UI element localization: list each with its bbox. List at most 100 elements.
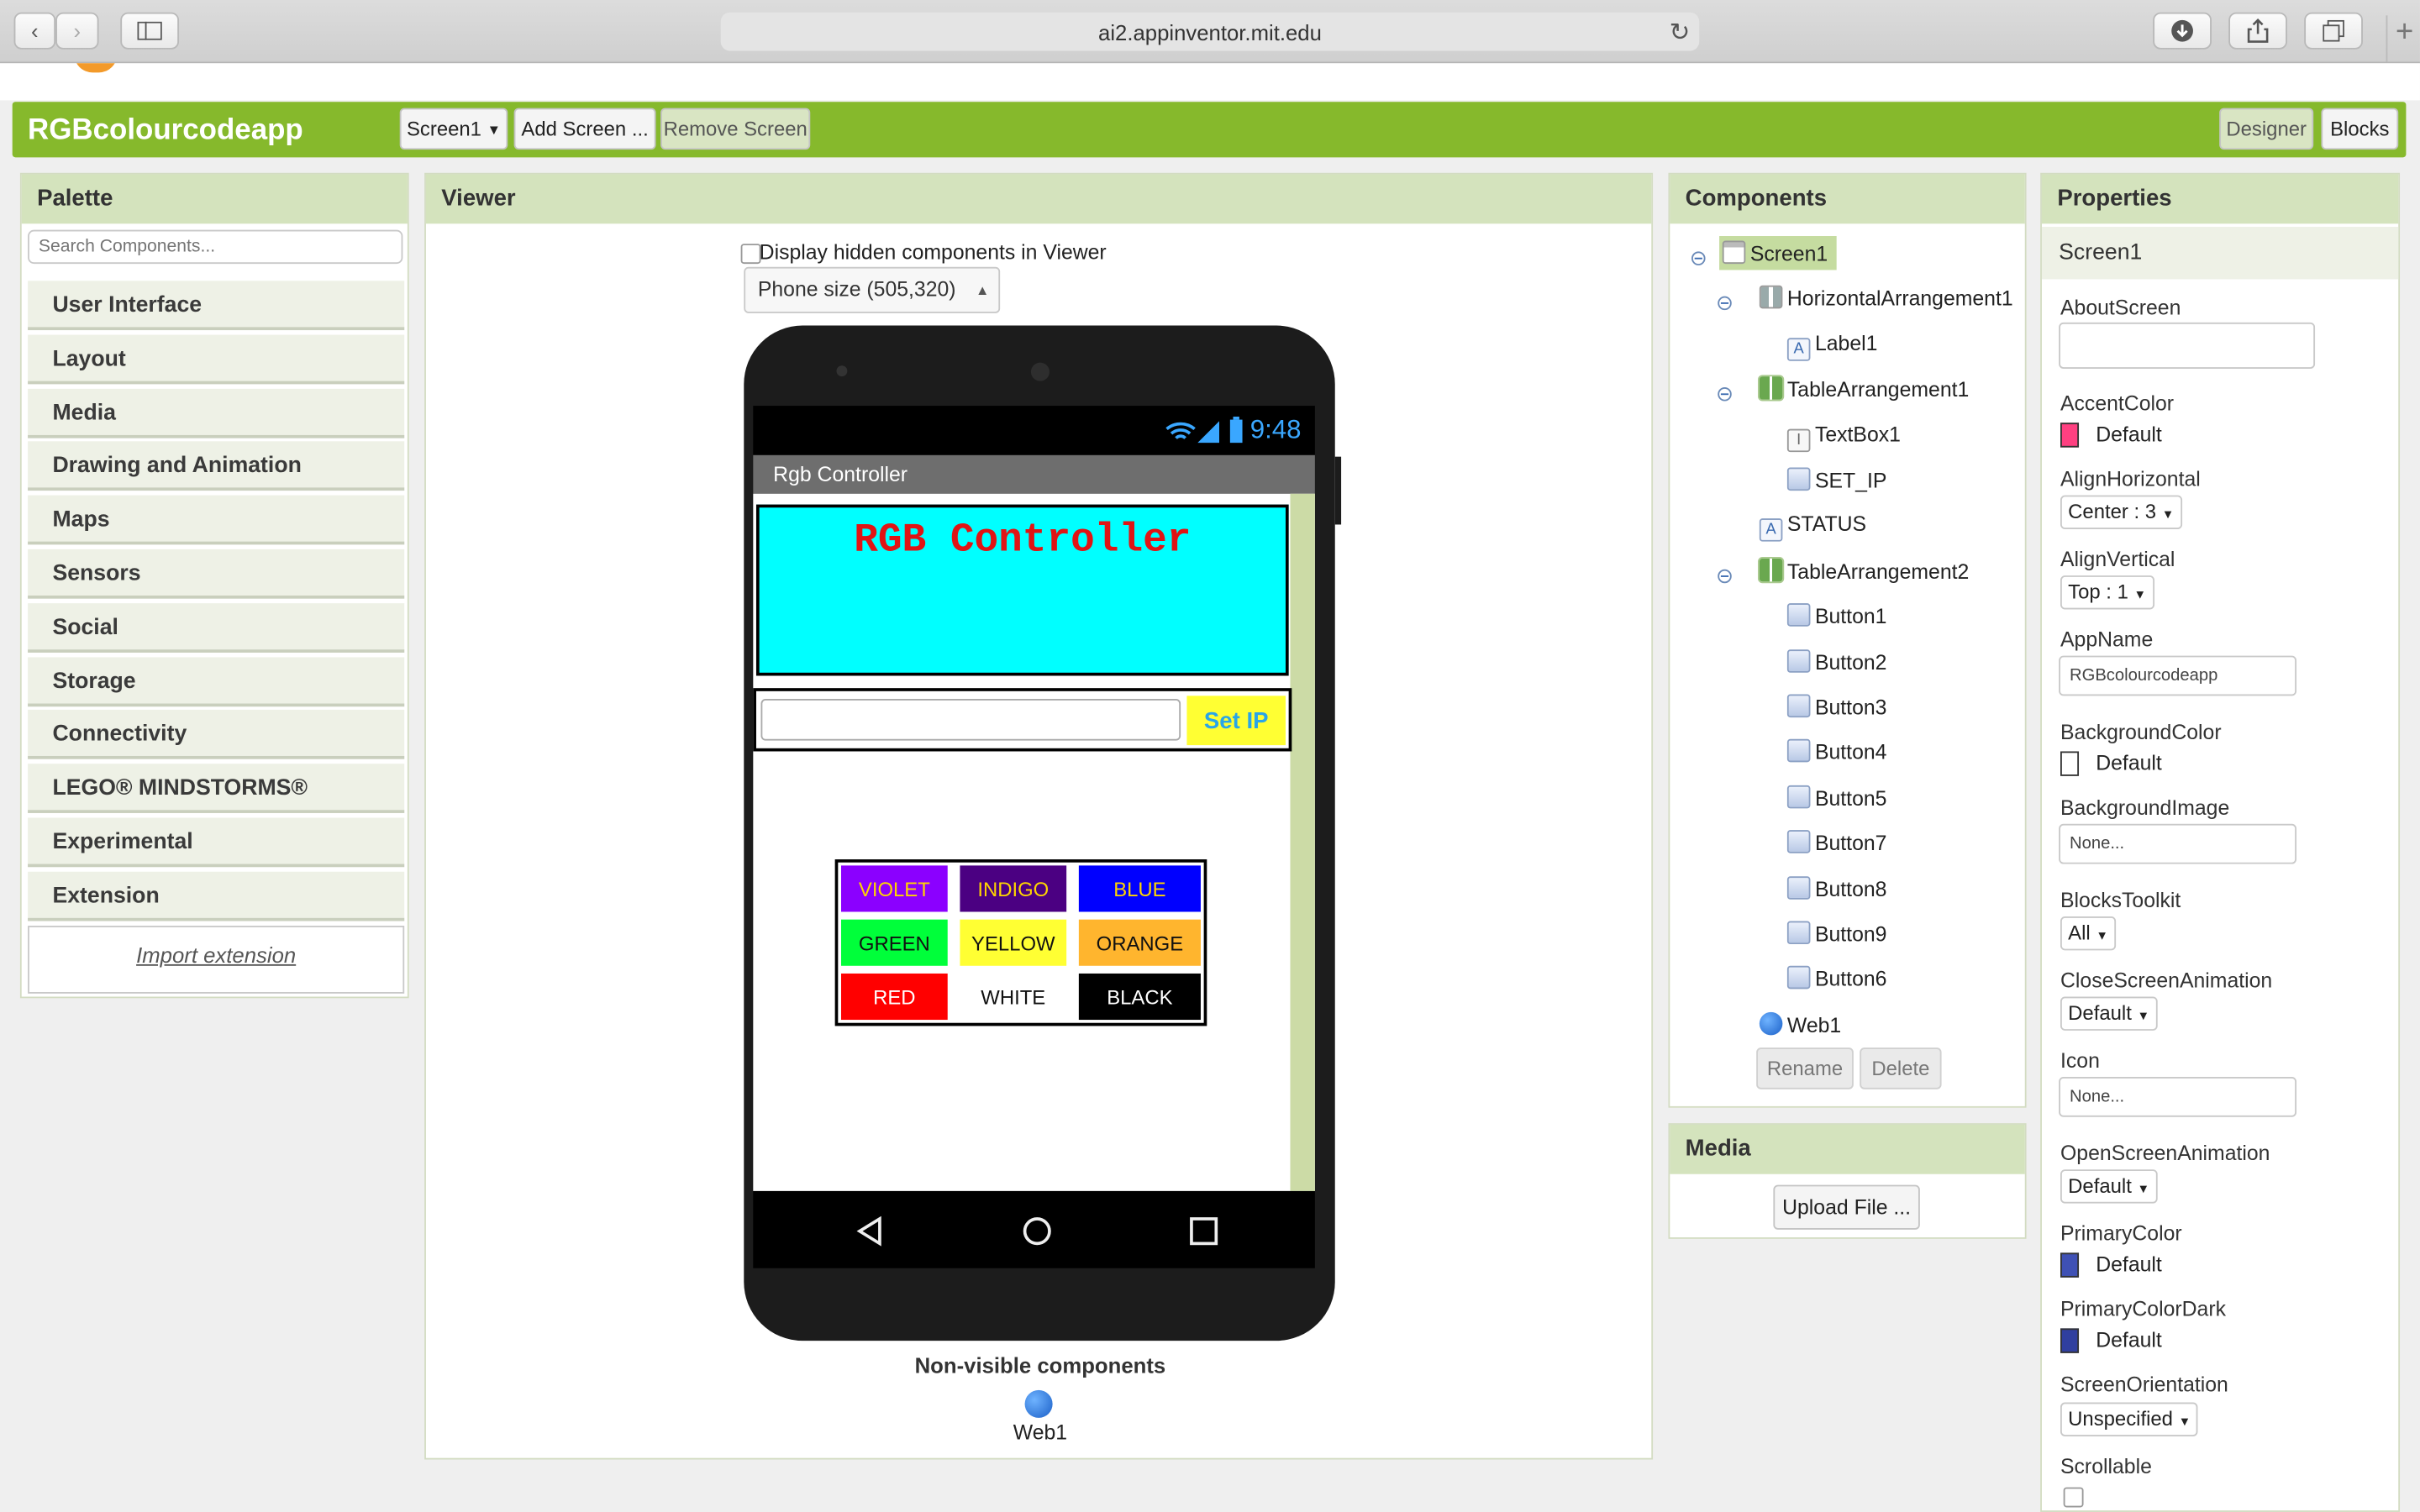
component-tree-item[interactable]: Button1	[1786, 603, 1886, 628]
color-button-white[interactable]: WHITE	[960, 973, 1067, 1021]
component-tree-item[interactable]: Button4	[1786, 739, 1887, 764]
close-animation-dropdown[interactable]: Default ▼	[2060, 996, 2158, 1031]
component-tree-item[interactable]: Button7	[1786, 830, 1886, 855]
new-tab-icon[interactable]: +	[2386, 15, 2420, 62]
component-tree-item[interactable]: Button2	[1786, 648, 1887, 674]
icon-picker[interactable]: None...	[2059, 1077, 2297, 1117]
primary-color-value[interactable]: Default	[2096, 1252, 2162, 1276]
textbox1[interactable]	[760, 699, 1181, 741]
import-extension-link[interactable]: Import extension	[136, 942, 296, 967]
blocks-toolkit-dropdown[interactable]: All ▼	[2060, 916, 2117, 951]
palette-category-extension[interactable]: Extension	[28, 871, 405, 921]
component-tree-item[interactable]: I TextBox1	[1786, 423, 1901, 452]
component-tree-item[interactable]: TableArrangement2	[1758, 556, 1969, 583]
accent-color-value[interactable]: Default	[2096, 423, 2162, 446]
palette-category-maps[interactable]: Maps	[28, 495, 405, 545]
textbox-icon: I	[1786, 428, 1811, 452]
address-bar[interactable]: ai2.appinventor.mit.edu ↻	[720, 12, 1700, 51]
component-tree-label: Button4	[1814, 741, 1887, 764]
component-tree-item[interactable]: HorizontalArrangement1	[1759, 286, 2013, 311]
collapse-toggle-icon[interactable]	[1691, 251, 1706, 265]
about-screen-textarea[interactable]	[2059, 322, 2316, 369]
caret-down-icon: ▼	[2178, 1415, 2191, 1429]
align-vertical-dropdown[interactable]: Top : 1 ▼	[2060, 575, 2154, 610]
color-button-indigo[interactable]: INDIGO	[960, 865, 1067, 912]
back-nav-icon[interactable]	[855, 1215, 886, 1247]
hidden-components-checkbox[interactable]	[740, 244, 761, 265]
screen-icon	[1722, 240, 1746, 265]
primary-color-dark-value[interactable]: Default	[2096, 1328, 2162, 1352]
delete-button[interactable]: Delete	[1860, 1047, 1942, 1089]
collapse-toggle-icon[interactable]	[1718, 569, 1732, 583]
forward-icon[interactable]: ›	[55, 12, 99, 50]
background-image-picker[interactable]: None...	[2059, 823, 2297, 864]
collapse-toggle-icon[interactable]	[1718, 387, 1732, 402]
color-button-red[interactable]: RED	[841, 973, 948, 1021]
palette-category-experimental[interactable]: Experimental	[28, 817, 405, 868]
screen-select-dropdown[interactable]: Screen1 ▼	[399, 108, 508, 150]
color-button-black[interactable]: BLACK	[1078, 973, 1201, 1021]
color-button-blue[interactable]: BLUE	[1078, 865, 1201, 912]
palette-category-storage[interactable]: Storage	[28, 656, 405, 706]
back-icon[interactable]: ‹	[13, 12, 56, 50]
background-color-swatch[interactable]	[2060, 751, 2080, 776]
component-tree-item[interactable]: A Label1	[1786, 332, 1877, 361]
component-tree-item[interactable]: Screen1	[1719, 236, 1838, 270]
component-tree-item[interactable]: Button5	[1786, 785, 1886, 810]
accent-color-swatch[interactable]	[2060, 423, 2080, 448]
component-tree-item[interactable]: Button6	[1786, 966, 1886, 991]
phone-size-select[interactable]: Phone size (505,320) ▲▼	[744, 266, 1001, 341]
sidebar-toggle-icon[interactable]	[120, 12, 180, 50]
scrollbar[interactable]	[1290, 493, 1315, 1191]
button-icon	[1786, 921, 1811, 945]
open-animation-dropdown[interactable]: Default ▼	[2060, 1169, 2158, 1204]
component-search-input[interactable]	[28, 229, 403, 265]
component-tree-label: Button2	[1814, 650, 1887, 674]
app-name-input[interactable]: RGBcolourcodeapp	[2059, 655, 2297, 696]
component-tree-item[interactable]: Button8	[1786, 875, 1886, 900]
palette-category-layout[interactable]: Layout	[28, 334, 405, 384]
screen-orientation-dropdown[interactable]: Unspecified ▼	[2060, 1402, 2199, 1436]
color-button-violet[interactable]: VIOLET	[841, 865, 948, 912]
palette-category-lego-mindstorms[interactable]: LEGO® MINDSTORMS®	[28, 764, 405, 814]
status-bar: 9:48	[753, 406, 1315, 455]
align-horizontal-dropdown[interactable]: Center : 3 ▼	[2060, 495, 2182, 529]
component-tree-item[interactable]: Button9	[1786, 921, 1886, 946]
tabs-overview-icon[interactable]	[2304, 12, 2363, 50]
close-animation-value: Default	[2068, 1001, 2132, 1025]
component-tree-item[interactable]: SET_IP	[1786, 467, 1886, 492]
palette-category-media[interactable]: Media	[28, 388, 405, 438]
color-button-orange[interactable]: ORANGE	[1078, 919, 1201, 966]
remove-screen-button[interactable]: Remove Screen	[660, 108, 811, 150]
palette-category-user-interface[interactable]: User Interface	[28, 281, 405, 331]
table-arrangement-icon	[1758, 375, 1785, 402]
rename-button[interactable]: Rename	[1756, 1047, 1854, 1089]
scrollable-checkbox[interactable]	[2063, 1487, 2084, 1508]
blocks-button[interactable]: Blocks	[2321, 108, 2399, 150]
color-button-yellow[interactable]: YELLOW	[960, 919, 1067, 966]
download-icon[interactable]	[2153, 12, 2212, 50]
primary-color-swatch[interactable]	[2060, 1252, 2080, 1278]
collapse-toggle-icon[interactable]	[1718, 297, 1732, 311]
component-tree-item[interactable]: Web1	[1759, 1011, 1841, 1037]
palette-title: Palette	[21, 174, 408, 224]
background-color-value[interactable]: Default	[2096, 751, 2162, 774]
palette-category-drawing-and-animation[interactable]: Drawing and Animation	[28, 442, 405, 491]
palette-category-sensors[interactable]: Sensors	[28, 549, 405, 599]
component-tree-item[interactable]: Button3	[1786, 694, 1886, 719]
reload-icon[interactable]: ↻	[1670, 17, 1691, 48]
palette-category-connectivity[interactable]: Connectivity	[28, 710, 405, 760]
share-icon[interactable]	[2228, 12, 2287, 50]
recents-nav-icon[interactable]	[1188, 1215, 1219, 1247]
palette-category-social[interactable]: Social	[28, 602, 405, 653]
designer-button[interactable]: Designer	[2219, 108, 2314, 150]
color-button-green[interactable]: GREEN	[841, 919, 948, 966]
component-tree-item[interactable]: A STATUS	[1759, 513, 1866, 543]
component-tree-item[interactable]: TableArrangement1	[1758, 375, 1969, 402]
upload-file-button[interactable]: Upload File ...	[1773, 1184, 1920, 1230]
primary-color-dark-swatch[interactable]	[2060, 1328, 2080, 1353]
add-screen-button[interactable]: Add Screen ...	[513, 108, 656, 150]
home-nav-icon[interactable]	[1022, 1215, 1053, 1247]
hidden-components-label: Display hidden components in Viewer	[759, 240, 1107, 265]
set-ip-button[interactable]: Set IP	[1186, 696, 1286, 746]
